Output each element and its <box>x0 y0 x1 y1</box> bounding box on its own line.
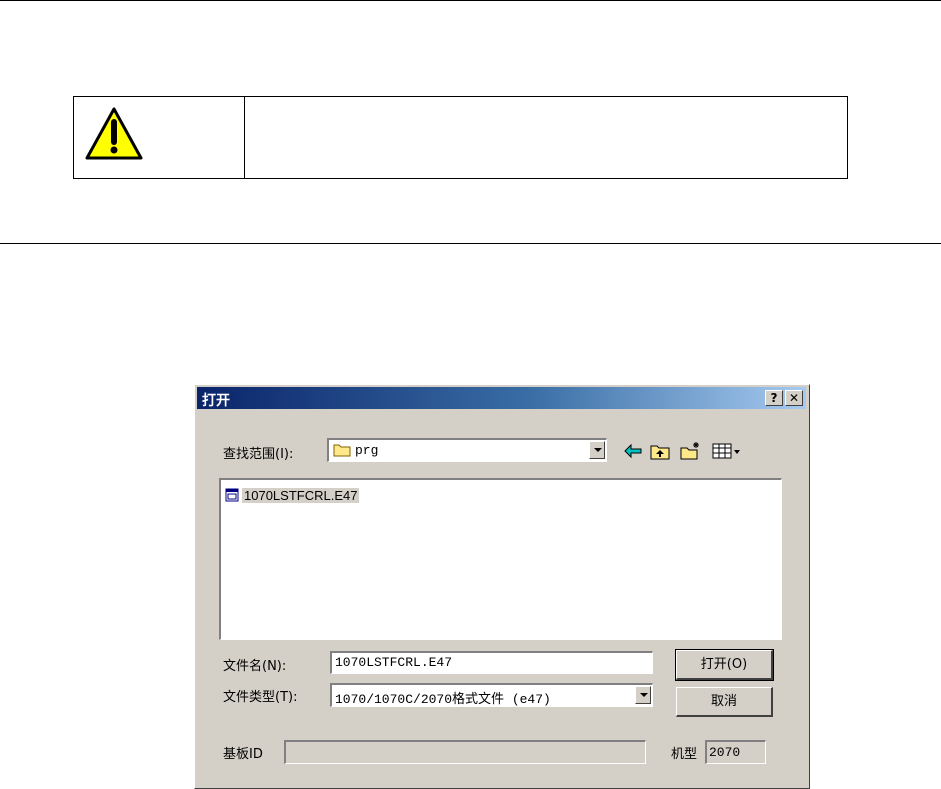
dialog-titlebar[interactable]: 打开 ? ✕ <box>197 387 806 409</box>
warning-box <box>73 96 848 179</box>
dialog-title: 打开 <box>202 393 230 409</box>
look-in-value: prg <box>355 443 379 458</box>
file-list[interactable]: 1070LSTFCRL.E47 <box>219 478 782 640</box>
section-rule <box>0 243 941 244</box>
model-field: 2070 <box>705 740 766 764</box>
open-button[interactable]: 打开(O) <box>675 649 774 681</box>
file-name: 1070LSTFCRL.E47 <box>242 487 360 503</box>
filetype-value: 1070/1070C/2070格式文件 (e47) <box>335 692 551 707</box>
filename-value: 1070LSTFCRL.E47 <box>335 655 453 670</box>
look-in-label: 查找范围(I): <box>223 447 294 462</box>
board-id-field <box>284 740 646 764</box>
close-icon: ✕ <box>788 391 800 405</box>
back-arrow-icon[interactable] <box>622 441 644 461</box>
list-item[interactable]: 1070LSTFCRL.E47 <box>225 486 360 504</box>
filetype-label: 文件类型(T): <box>223 690 298 705</box>
model-value: 2070 <box>709 745 741 760</box>
top-rule <box>0 0 941 1</box>
file-icon <box>225 488 239 502</box>
new-folder-icon[interactable] <box>679 441 701 461</box>
close-button[interactable]: ✕ <box>785 390 803 406</box>
filetype-select[interactable]: 1070/1070C/2070格式文件 (e47) <box>330 683 653 707</box>
model-label: 机型 <box>671 747 698 762</box>
board-id-label: 基板ID <box>223 747 263 762</box>
warning-divider <box>244 97 245 178</box>
warning-icon <box>84 106 144 162</box>
filename-input[interactable]: 1070LSTFCRL.E47 <box>330 651 653 674</box>
cancel-button[interactable]: 取消 <box>676 687 773 717</box>
help-button[interactable]: ? <box>765 390 783 406</box>
open-file-dialog: 打开 ? ✕ 查找范围(I): prg 1070LSTFCRL.E47 文件名(… <box>194 384 810 789</box>
look-in-dropdown-arrow[interactable] <box>589 441 605 459</box>
look-in-combo[interactable]: prg <box>327 438 607 462</box>
filename-label: 文件名(N): <box>223 659 287 674</box>
view-menu-icon[interactable] <box>712 441 742 461</box>
up-folder-icon[interactable] <box>649 441 671 461</box>
filetype-dropdown-arrow[interactable] <box>635 686 651 704</box>
folder-icon <box>333 444 351 457</box>
